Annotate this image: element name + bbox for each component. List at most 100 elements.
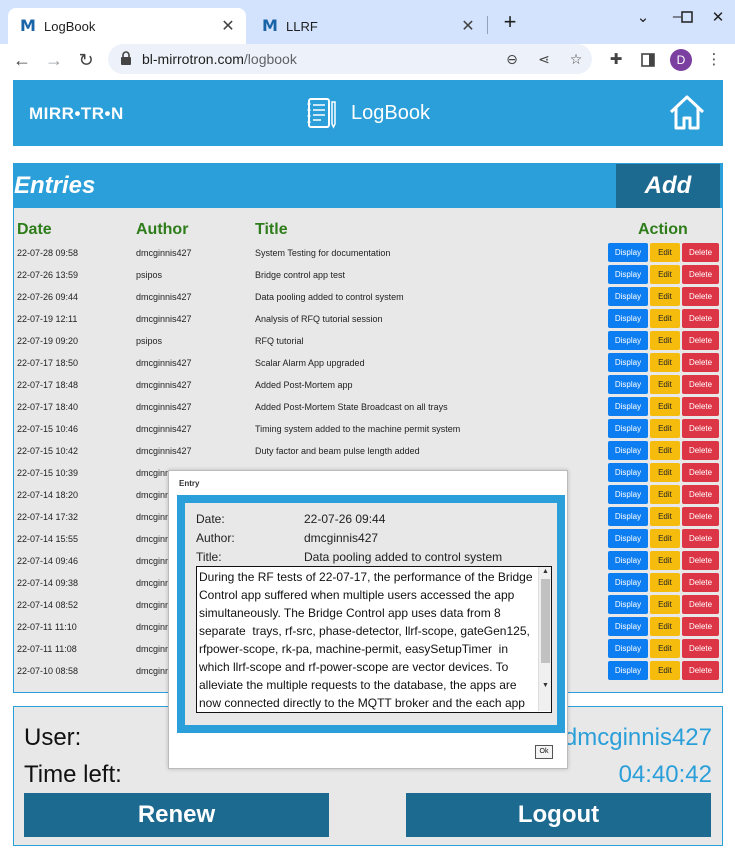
- edit-button[interactable]: Edit: [650, 265, 680, 284]
- delete-button[interactable]: Delete: [682, 463, 719, 482]
- edit-button[interactable]: Edit: [650, 463, 680, 482]
- entry-date: 22-07-17 18:40: [17, 402, 79, 412]
- edit-button[interactable]: Edit: [650, 617, 680, 636]
- bookmark-star-icon[interactable]: ☆: [566, 49, 586, 69]
- edit-button[interactable]: Edit: [650, 419, 680, 438]
- modal-content: Date: 22-07-26 09:44 Author: dmcginnis42…: [185, 503, 557, 725]
- renew-button[interactable]: Renew: [24, 793, 329, 837]
- delete-button[interactable]: Delete: [682, 309, 719, 328]
- entries-title: Entries: [14, 172, 96, 199]
- delete-button[interactable]: Delete: [682, 485, 719, 504]
- display-button[interactable]: Display: [608, 397, 648, 416]
- back-arrow-icon[interactable]: ←: [9, 47, 35, 73]
- display-button[interactable]: Display: [608, 639, 648, 658]
- display-button[interactable]: Display: [608, 375, 648, 394]
- scrollbar-thumb[interactable]: [541, 579, 550, 663]
- delete-button[interactable]: Delete: [682, 353, 719, 372]
- edit-button[interactable]: Edit: [650, 529, 680, 548]
- edit-button[interactable]: Edit: [650, 639, 680, 658]
- display-button[interactable]: Display: [608, 309, 648, 328]
- display-button[interactable]: Display: [608, 595, 648, 614]
- entry-date: 22-07-19 12:11: [17, 314, 78, 324]
- forward-arrow-icon[interactable]: →: [41, 47, 67, 73]
- edit-button[interactable]: Edit: [650, 353, 680, 372]
- entry-author: dmcginn: [136, 578, 171, 588]
- close-tab-icon[interactable]: ✕: [458, 16, 478, 36]
- delete-button[interactable]: Delete: [682, 595, 719, 614]
- delete-button[interactable]: Delete: [682, 617, 719, 636]
- edit-button[interactable]: Edit: [650, 595, 680, 614]
- textarea-scrollbar[interactable]: ▲ ▼: [538, 567, 551, 711]
- display-button[interactable]: Display: [608, 331, 648, 350]
- scroll-up-icon[interactable]: ▲: [539, 567, 551, 577]
- logout-button[interactable]: Logout: [406, 793, 711, 837]
- display-button[interactable]: Display: [608, 353, 648, 372]
- display-button[interactable]: Display: [608, 507, 648, 526]
- entry-date: 22-07-14 15:55: [17, 534, 79, 544]
- maximize-icon[interactable]: [677, 8, 697, 27]
- edit-button[interactable]: Edit: [650, 441, 680, 460]
- share-icon[interactable]: ⋖: [534, 49, 554, 69]
- display-button[interactable]: Display: [608, 573, 648, 592]
- home-icon[interactable]: [667, 92, 707, 132]
- display-button[interactable]: Display: [608, 617, 648, 636]
- entry-title: Added Post-Mortem State Broadcast on all…: [255, 402, 448, 412]
- extensions-puzzle-icon[interactable]: ✚: [606, 50, 626, 70]
- entry-title-label: Title:: [196, 550, 222, 564]
- entry-body-textarea[interactable]: During the RF tests of 22-07-17, the per…: [196, 566, 552, 713]
- edit-button[interactable]: Edit: [650, 309, 680, 328]
- edit-button[interactable]: Edit: [650, 397, 680, 416]
- scroll-down-icon[interactable]: ▼: [539, 681, 551, 691]
- delete-button[interactable]: Delete: [682, 639, 719, 658]
- delete-button[interactable]: Delete: [682, 507, 719, 526]
- delete-button[interactable]: Delete: [682, 265, 719, 284]
- profile-avatar[interactable]: D: [670, 49, 692, 71]
- add-entry-button[interactable]: Add: [616, 164, 720, 208]
- menu-kebab-icon[interactable]: ⋮: [704, 50, 724, 70]
- close-window-icon[interactable]: ✕: [708, 8, 728, 26]
- reload-icon[interactable]: ↻: [73, 47, 99, 73]
- delete-button[interactable]: Delete: [682, 331, 719, 350]
- display-button[interactable]: Display: [608, 265, 648, 284]
- delete-button[interactable]: Delete: [682, 551, 719, 570]
- delete-button[interactable]: Delete: [682, 419, 719, 438]
- display-button[interactable]: Display: [608, 661, 648, 680]
- display-button[interactable]: Display: [608, 441, 648, 460]
- display-button[interactable]: Display: [608, 529, 648, 548]
- display-button[interactable]: Display: [608, 419, 648, 438]
- delete-button[interactable]: Delete: [682, 573, 719, 592]
- address-bar[interactable]: bl-mirrotron.com/logbook ⊖ ⋖ ☆: [108, 44, 592, 74]
- edit-button[interactable]: Edit: [650, 375, 680, 394]
- ok-button[interactable]: Ok: [535, 745, 553, 759]
- side-panel-icon[interactable]: [638, 50, 658, 70]
- edit-button[interactable]: Edit: [650, 287, 680, 306]
- delete-button[interactable]: Delete: [682, 287, 719, 306]
- entry-title: Bridge control app test: [255, 270, 346, 280]
- new-tab-button[interactable]: +: [498, 10, 522, 36]
- chevron-down-icon[interactable]: ⌄: [633, 8, 653, 26]
- delete-button[interactable]: Delete: [682, 397, 719, 416]
- delete-button[interactable]: Delete: [682, 243, 719, 262]
- entry-date: 22-07-14 18:20: [17, 490, 79, 500]
- edit-button[interactable]: Edit: [650, 485, 680, 504]
- display-button[interactable]: Display: [608, 551, 648, 570]
- edit-button[interactable]: Edit: [650, 507, 680, 526]
- edit-button[interactable]: Edit: [650, 573, 680, 592]
- delete-button[interactable]: Delete: [682, 529, 719, 548]
- delete-button[interactable]: Delete: [682, 375, 719, 394]
- delete-button[interactable]: Delete: [682, 441, 719, 460]
- edit-button[interactable]: Edit: [650, 661, 680, 680]
- display-button[interactable]: Display: [608, 287, 648, 306]
- tab-logbook[interactable]: M LogBook ✕: [8, 8, 246, 44]
- display-button[interactable]: Display: [608, 463, 648, 482]
- display-button[interactable]: Display: [608, 485, 648, 504]
- delete-button[interactable]: Delete: [682, 661, 719, 680]
- close-tab-icon[interactable]: ✕: [218, 16, 238, 36]
- entry-author: dmcginnis427: [136, 446, 192, 456]
- edit-button[interactable]: Edit: [650, 551, 680, 570]
- display-button[interactable]: Display: [608, 243, 648, 262]
- edit-button[interactable]: Edit: [650, 243, 680, 262]
- tab-llrf[interactable]: M LLRF ✕: [250, 8, 486, 44]
- zoom-icon[interactable]: ⊖: [502, 49, 522, 69]
- edit-button[interactable]: Edit: [650, 331, 680, 350]
